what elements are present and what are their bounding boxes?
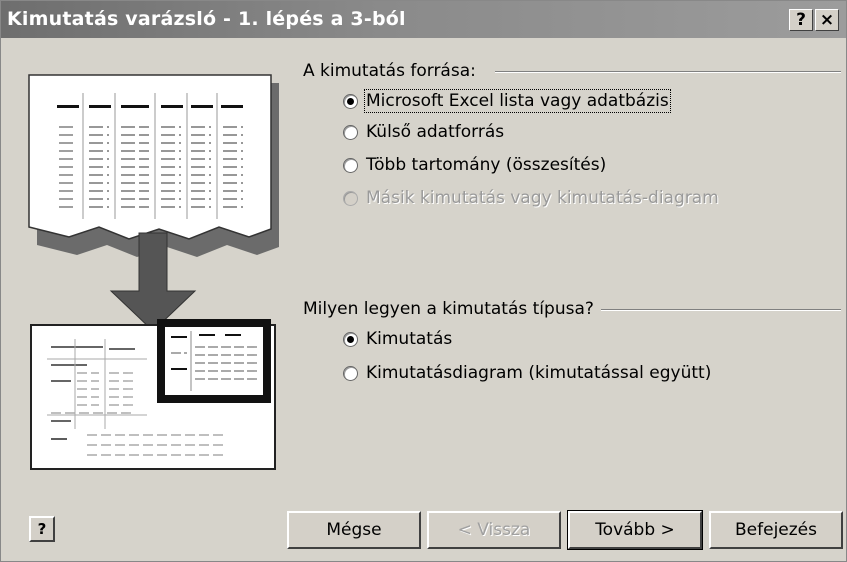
- cancel-button[interactable]: Mégse: [287, 511, 421, 549]
- help-question-button[interactable]: ?: [789, 9, 813, 31]
- title-bar[interactable]: Kimutatás varázsló - 1. lépés a 3-ból ? …: [1, 1, 846, 38]
- source-list-illustration: [28, 74, 279, 257]
- radio-external-source-label: Külső adatforrás: [366, 122, 505, 142]
- radio-button-icon[interactable]: [343, 157, 358, 173]
- next-button[interactable]: Tovább >: [567, 510, 703, 550]
- radio-multiple-ranges-label: Több tartomány (összesítés): [366, 155, 607, 175]
- radio-another-pivot: Másik kimutatás vagy kimutatás-diagram: [343, 185, 719, 211]
- radio-button-icon[interactable]: [343, 331, 358, 347]
- back-button: < Vissza: [427, 511, 561, 549]
- radio-pivot-table-label: Kimutatás: [366, 329, 453, 349]
- radio-excel-list[interactable]: Microsoft Excel lista vagy adatbázis: [343, 88, 671, 114]
- radio-excel-list-label: Microsoft Excel lista vagy adatbázis: [364, 89, 671, 113]
- window-title: Kimutatás varázsló - 1. lépés a 3-ból: [7, 8, 406, 30]
- radio-button-icon[interactable]: [343, 124, 358, 140]
- source-group-divider: [495, 71, 841, 73]
- help-icon[interactable]: ?: [29, 516, 55, 542]
- radio-another-pivot-label: Másik kimutatás vagy kimutatás-diagram: [366, 188, 719, 208]
- pivot-table-illustration: [30, 319, 276, 470]
- radio-multiple-ranges[interactable]: Több tartomány (összesítés): [343, 152, 606, 178]
- wizard-illustration: [28, 74, 279, 470]
- pivot-wizard-dialog: Kimutatás varázsló - 1. lépés a 3-ból ? …: [0, 0, 847, 562]
- radio-external-source[interactable]: Külső adatforrás: [343, 119, 504, 145]
- radio-pivot-chart[interactable]: Kimutatásdiagram (kimutatással együtt): [343, 360, 711, 386]
- type-group-divider: [601, 309, 841, 311]
- radio-pivot-table[interactable]: Kimutatás: [343, 326, 452, 352]
- radio-pivot-chart-label: Kimutatásdiagram (kimutatással együtt): [366, 363, 712, 383]
- close-button[interactable]: ×: [815, 9, 839, 31]
- radio-button-icon[interactable]: [343, 365, 358, 381]
- radio-button-icon: [343, 190, 358, 206]
- source-group-label: A kimutatás forrása:: [303, 61, 476, 81]
- finish-button[interactable]: Befejezés: [709, 511, 843, 549]
- type-group-label: Milyen legyen a kimutatás típusa?: [303, 299, 594, 319]
- radio-button-icon[interactable]: [343, 93, 358, 109]
